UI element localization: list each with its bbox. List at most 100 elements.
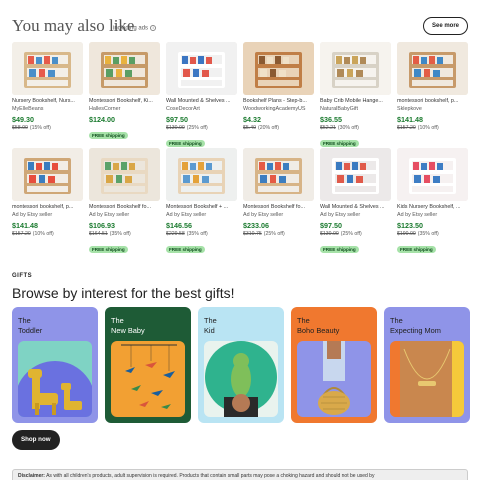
original-price: $58.00	[12, 125, 28, 131]
discount-percent: (25% off)	[340, 231, 362, 237]
free-shipping-badge: FREE shipping	[166, 246, 205, 253]
original-price: $157.20	[12, 231, 31, 237]
product-title[interactable]: Montessori Bookshelf + ...	[166, 204, 237, 211]
product-price: $141.48	[12, 221, 38, 230]
product-image[interactable]	[89, 148, 160, 201]
product-title[interactable]: Wall Mounted & Shelves ...	[320, 204, 391, 211]
product-card[interactable]: Wall Mounted & Shelves ... Ad by Etsy sel…	[320, 148, 391, 253]
giraffe-toy-image	[18, 341, 92, 417]
product-image[interactable]	[320, 42, 391, 95]
gift-card-toddler[interactable]: The Toddler	[12, 307, 98, 423]
gift-card-kid[interactable]: The Kid	[198, 307, 284, 423]
discount-percent: (35% off)	[417, 231, 439, 237]
product-image[interactable]	[243, 148, 314, 201]
product-image[interactable]	[166, 42, 237, 95]
see-more-button[interactable]: See more	[422, 17, 468, 35]
product-title[interactable]: Nursery Bookshelf, Nurs...	[12, 98, 83, 105]
product-seller: MyElleBeans	[12, 106, 44, 112]
product-title[interactable]: Wall Mounted & Shelves ...	[166, 98, 237, 105]
product-grid: Nursery Bookshelf, Nurs... MyElleBeans $49…	[12, 42, 468, 253]
info-icon[interactable]: i	[150, 25, 157, 31]
disclaimer-label: Disclaimer:	[18, 473, 45, 479]
product-seller: Ad by Etsy seller	[12, 212, 53, 218]
product-image[interactable]	[397, 148, 468, 201]
product-price: $233.06	[243, 221, 269, 230]
discount-percent: (35% off)	[186, 231, 208, 237]
product-discount-row: $130.00 (25% off)	[166, 125, 237, 132]
product-title[interactable]: Montessori Bookshelf fo...	[89, 204, 160, 211]
product-title[interactable]: montessori bookshelf, p...	[397, 98, 468, 105]
product-seller: NaturalBabyGift	[320, 106, 359, 112]
product-title[interactable]: Montessori Bookshelf, Ki...	[89, 98, 160, 105]
gift-card-new-baby[interactable]: The New Baby	[105, 307, 191, 423]
gift-card-boho-beauty[interactable]: The Boho Beauty	[291, 307, 377, 423]
product-discount-row: $58.00 (15% off)	[12, 125, 83, 132]
product-image[interactable]	[89, 42, 160, 95]
gifts-label: GIFTS	[12, 273, 33, 279]
product-discount-row: $229.58 (35% off)	[166, 231, 237, 238]
product-price: $124.00	[89, 115, 115, 124]
product-seller: HallesCorner	[89, 106, 121, 112]
product-image[interactable]	[320, 148, 391, 201]
product-seller: Ad by Etsy seller	[397, 212, 438, 218]
discount-percent: (20% off)	[257, 125, 279, 131]
free-shipping-badge: FREE shipping	[320, 246, 359, 253]
original-price: $229.58	[166, 231, 185, 237]
product-price: $97.50	[166, 115, 188, 124]
product-image[interactable]	[12, 42, 83, 95]
product-seller: Ad by Etsy seller	[89, 212, 130, 218]
product-discount-row: $130.00 (25% off)	[320, 231, 391, 238]
discount-percent: (30% off)	[337, 125, 359, 131]
free-shipping-badge: FREE shipping	[89, 132, 128, 139]
product-card[interactable]: montessori bookshelf, p... Ad by Etsy sel…	[12, 148, 83, 251]
product-title[interactable]: Kids Nursery Bookshelf, ...	[397, 204, 468, 211]
gift-category-row: The Toddler The New Baby The Kid The Boh…	[12, 307, 470, 423]
product-seller: Ad by Etsy seller	[243, 212, 284, 218]
free-shipping-badge: FREE shipping	[166, 140, 205, 147]
product-discount-row: $157.20 (10% off)	[397, 125, 468, 132]
gift-card-expecting-mom[interactable]: The Expecting Mom	[384, 307, 470, 423]
product-image[interactable]	[12, 148, 83, 201]
product-discount-row: $5.40 (20% off)	[243, 125, 314, 132]
product-seller: Ad by Etsy seller	[320, 212, 361, 218]
original-price: $52.21	[320, 125, 336, 131]
disclaimer-text: As with all children's products, adult s…	[46, 473, 375, 479]
product-price: $146.56	[166, 221, 192, 230]
product-card[interactable]: Montessori Bookshelf fo... Ad by Etsy sel…	[243, 148, 314, 251]
product-title[interactable]: Bookshelf Plans - Step-b...	[243, 98, 314, 105]
product-card[interactable]: Montessori Bookshelf, Ki... HallesCorner $…	[89, 42, 160, 145]
gift-card-label: The Toddler	[18, 316, 43, 335]
shop-now-button[interactable]: Shop now	[12, 430, 60, 450]
discount-percent: (15% off)	[29, 125, 51, 131]
product-title[interactable]: Baby Crib Mobile Hange...	[320, 98, 391, 105]
product-card[interactable]: Nursery Bookshelf, Nurs... MyElleBeans $49…	[12, 42, 83, 145]
including-ads-note[interactable]: including ads i	[113, 25, 157, 32]
bird-mobile-image	[111, 341, 185, 417]
product-image[interactable]	[166, 148, 237, 201]
product-image[interactable]	[397, 42, 468, 95]
product-card[interactable]: Montessori Bookshelf fo... Ad by Etsy sel…	[89, 148, 160, 253]
product-title[interactable]: Montessori Bookshelf fo...	[243, 204, 314, 211]
product-image[interactable]	[243, 42, 314, 95]
original-price: $164.51	[89, 231, 108, 237]
discount-percent: (25% off)	[263, 231, 285, 237]
discount-percent: (10% off)	[417, 125, 439, 131]
product-card[interactable]: Baby Crib Mobile Hange... NaturalBabyGift…	[320, 42, 391, 147]
original-price: $190.00	[397, 231, 416, 237]
product-card[interactable]: Bookshelf Plans - Step-b... WoodworkingAc…	[243, 42, 314, 145]
gift-card-label: The Kid	[204, 316, 217, 335]
product-title[interactable]: montessori bookshelf, p...	[12, 204, 83, 211]
product-card[interactable]: Montessori Bookshelf + ... Ad by Etsy sel…	[166, 148, 237, 253]
original-price: $310.75	[243, 231, 262, 237]
product-price: $97.50	[320, 221, 342, 230]
free-shipping-badge: FREE shipping	[89, 246, 128, 253]
original-price: $130.00	[166, 125, 185, 131]
dinosaur-toy-image	[204, 341, 278, 417]
section-header: You may also like including ads i See mor…	[12, 16, 468, 38]
free-shipping-badge: FREE shipping	[397, 246, 436, 253]
product-seller: CoseDecorArt	[166, 106, 200, 112]
product-card[interactable]: montessori bookshelf, p... Sklepkove $141.…	[397, 42, 468, 145]
disclaimer-banner: Disclaimer: As with all children's produ…	[12, 469, 468, 480]
product-card[interactable]: Kids Nursery Bookshelf, ... Ad by Etsy se…	[397, 148, 468, 253]
product-card[interactable]: Wall Mounted & Shelves ... CoseDecorArt $9…	[166, 42, 237, 147]
